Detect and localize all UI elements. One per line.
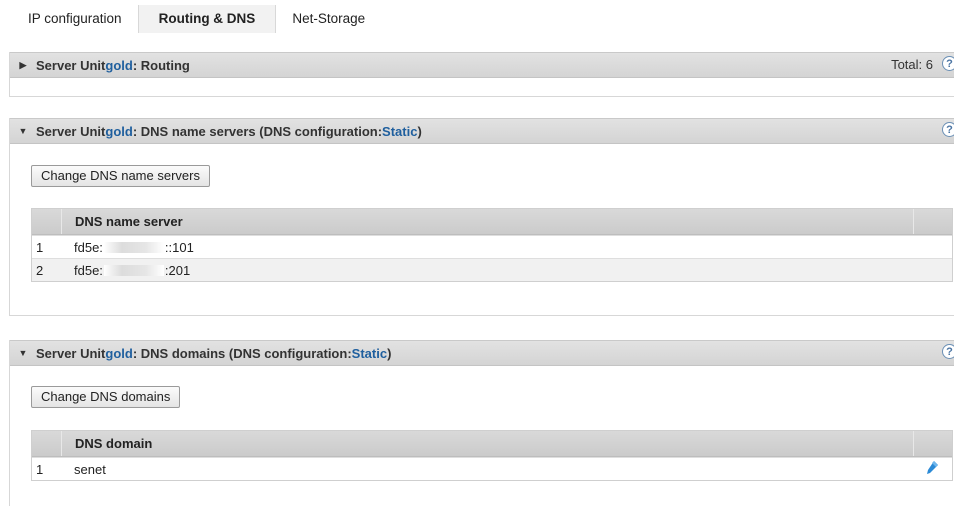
tab-bar: IP configuration Routing & DNS Net-Stora…	[8, 5, 381, 33]
table-header: DNS name server	[32, 209, 952, 235]
dns-domains-title-middle: : DNS domains (DNS configuration:	[132, 345, 352, 361]
redacted-block	[103, 241, 164, 253]
triangle-down-icon[interactable]: ▼	[18, 348, 28, 358]
dns-servers-panel-header[interactable]: ▼ Server Unit gold : DNS name servers (D…	[10, 118, 954, 144]
row-number: 1	[36, 461, 44, 477]
routing-unit-name: gold	[105, 57, 133, 73]
column-action-header	[913, 431, 952, 456]
help-icon[interactable]: ?	[942, 122, 954, 137]
dns-servers-table: DNS name server 1 fd5e:::101 2 fd5e::201	[31, 208, 953, 282]
dns-domains-table: DNS domain 1 senet	[31, 430, 953, 481]
dns-domain-value: senet	[74, 461, 106, 477]
row-number: 2	[36, 262, 44, 278]
routing-panel-header[interactable]: ▶ Server Unit gold : Routing Total: 6 ?	[10, 52, 954, 78]
tab-routing-dns[interactable]: Routing & DNS	[137, 5, 277, 33]
address-suffix: :201	[164, 262, 191, 278]
column-num-header	[32, 209, 62, 234]
help-icon[interactable]: ?	[942, 56, 954, 71]
redacted-block	[103, 264, 164, 276]
column-num-header	[32, 431, 62, 456]
column-header-dns-name-server[interactable]: DNS name server	[62, 209, 913, 234]
triangle-right-icon[interactable]: ▶	[18, 60, 28, 71]
triangle-down-icon[interactable]: ▼	[18, 126, 28, 136]
column-action-header	[913, 209, 952, 234]
change-dns-domains-button[interactable]: Change DNS domains	[31, 386, 181, 408]
dns-domains-unit-name: gold	[105, 345, 133, 361]
help-icon[interactable]: ?	[942, 344, 954, 359]
dns-domains-panel-header[interactable]: ▼ Server Unit gold : DNS domains (DNS co…	[10, 340, 954, 366]
dns-domains-title-prefix: Server Unit	[36, 345, 106, 361]
routing-total: Total: 6	[891, 57, 933, 72]
routing-title-suffix: : Routing	[132, 57, 190, 73]
dns-servers-title-prefix: Server Unit	[36, 123, 106, 139]
row-action-cell	[914, 461, 952, 477]
dns-domains-panel: ▼ Server Unit gold : DNS domains (DNS co…	[9, 340, 954, 506]
routing-panel: ▶ Server Unit gold : Routing Total: 6 ?	[9, 52, 954, 97]
dns-domains-title-close: )	[387, 345, 392, 361]
row-number: 1	[36, 239, 44, 255]
address-suffix: ::101	[164, 239, 194, 255]
dns-servers-unit-name: gold	[105, 123, 133, 139]
table-header: DNS domain	[32, 431, 952, 457]
table-row[interactable]: 1 fd5e:::101	[32, 235, 952, 258]
table-row[interactable]: 1 senet	[32, 457, 952, 480]
change-dns-name-servers-button[interactable]: Change DNS name servers	[31, 165, 210, 187]
address-prefix: fd5e:	[74, 239, 103, 255]
address-prefix: fd5e:	[74, 262, 103, 278]
dns-servers-title-close: )	[417, 123, 422, 139]
dns-servers-title-middle: : DNS name servers (DNS configuration:	[132, 123, 383, 139]
routing-title-prefix: Server Unit	[36, 57, 106, 73]
dns-server-value: fd5e:::101	[61, 240, 914, 255]
dns-servers-panel: ▼ Server Unit gold : DNS name servers (D…	[9, 118, 954, 316]
tab-net-storage[interactable]: Net-Storage	[276, 5, 381, 33]
edit-icon[interactable]	[927, 461, 939, 477]
tab-ip-configuration[interactable]: IP configuration	[8, 5, 138, 33]
column-header-dns-domain[interactable]: DNS domain	[62, 431, 913, 456]
dns-domains-config-mode: Static	[351, 345, 388, 361]
dns-servers-config-mode: Static	[382, 123, 418, 139]
dns-server-value: fd5e: :201	[61, 263, 914, 278]
table-row[interactable]: 2 fd5e: :201	[32, 258, 952, 281]
